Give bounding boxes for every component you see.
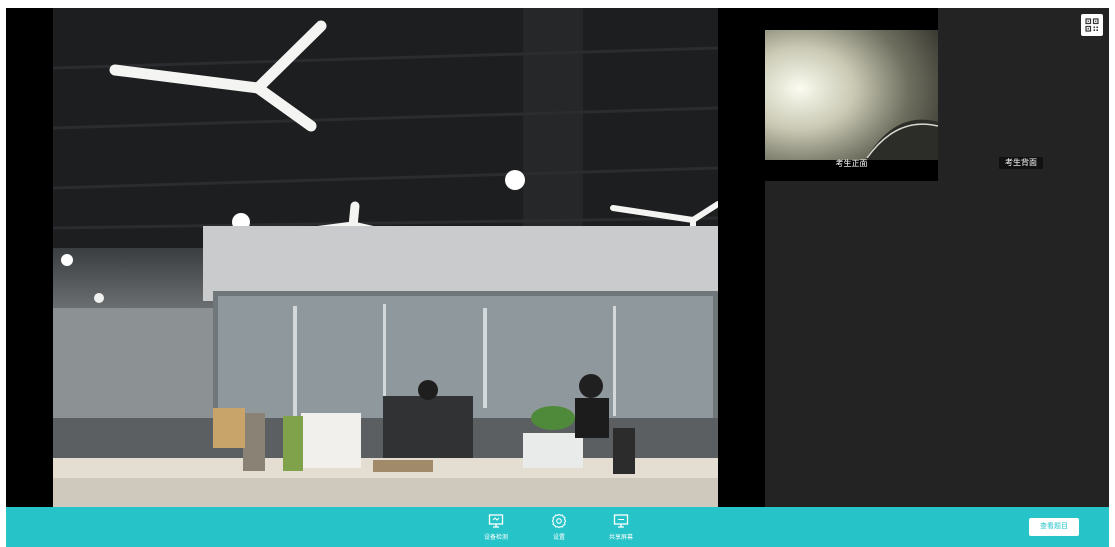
share-screen-label: 共享屏幕 xyxy=(608,535,633,541)
monitor-icon xyxy=(488,514,504,528)
back-camera-label: 考生背面 xyxy=(999,157,1043,169)
share-screen-button[interactable]: 共享屏幕 xyxy=(596,513,646,543)
qr-code-button[interactable] xyxy=(1081,14,1103,36)
main-camera-feed xyxy=(53,8,718,507)
front-camera-label: 考生正面 xyxy=(835,159,868,168)
device-check-label: 设备检测 xyxy=(483,535,508,541)
side-camera-panel: 考生正面 考生背面 xyxy=(765,8,1109,507)
device-check-button[interactable]: 设备检测 xyxy=(471,513,521,543)
qr-code-icon xyxy=(1085,18,1099,32)
settings-button[interactable]: 设置 xyxy=(534,513,584,543)
office-scene-image xyxy=(53,8,718,507)
view-questions-button[interactable]: 查看题目 xyxy=(1029,518,1079,536)
exam-monitor-app: 考生正面 考生背面 设备检测 设置 共享屏幕 查看题目 xyxy=(6,8,1109,547)
bottom-toolbar: 设备检测 设置 共享屏幕 查看题目 xyxy=(6,507,1109,547)
screen-share-icon xyxy=(613,514,629,528)
settings-label: 设置 xyxy=(552,535,565,541)
gear-icon xyxy=(551,513,567,529)
front-camera-top-bar xyxy=(765,8,938,30)
